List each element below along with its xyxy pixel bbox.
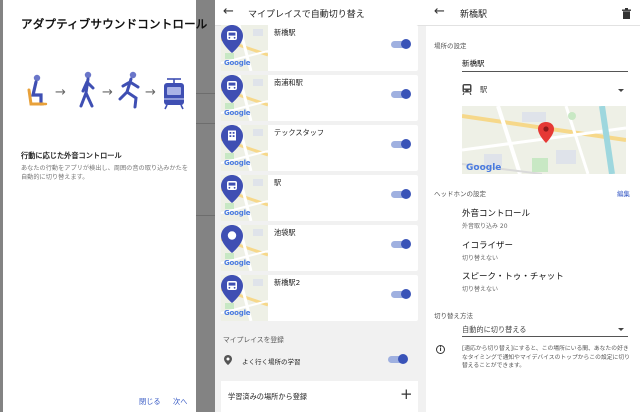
arrow-icon: → [102,85,113,100]
app-bar: ← マイプレイスで自動切り替え [215,0,426,26]
place-card[interactable]: Google テックスタッフ [221,125,418,171]
train-icon [164,78,184,110]
learn-places-toggle[interactable] [388,354,408,364]
place-toggle[interactable] [391,89,411,99]
train-icon [221,75,243,103]
building-icon [221,125,243,153]
myplaces-panel: ← マイプレイスで自動切り替え Google 新橋駅 Google 南浦和駅 Googl… [215,0,426,412]
edit-link[interactable]: 編集 [617,188,630,198]
ambient-control-value: 外音取り込み 20 [462,223,508,230]
google-logo: Google [466,163,501,173]
place-name: 南浦和駅 [274,78,303,87]
page-title: 新橋駅 [460,10,488,20]
place-name: 新橋駅 [274,28,296,37]
place-name: 新橋駅2 [274,278,301,287]
chevron-down-icon [618,328,624,331]
place-name: 池袋駅 [274,228,296,237]
switch-method-value: 自動的に切り替える [462,325,527,334]
next-button[interactable]: 次へ [173,397,187,407]
register-from-learned-button[interactable]: 学習済みの場所から登録 + [221,381,418,412]
place-card[interactable]: Google 池袋駅 [221,225,418,271]
google-logo: Google [224,159,251,167]
place-setting-label: 場所の設定 [434,42,467,50]
register-from-learned-label: 学習済みの場所から登録 [228,392,308,401]
place-toggle[interactable] [391,289,411,299]
place-map[interactable]: Google [462,106,626,174]
place-toggle[interactable] [391,39,411,49]
dialog-description: あなたの行動をアプリが検出し、周囲の音の取り込みかたを自動的に切り替えます。 [21,165,189,182]
place-map-thumbnail: Google [221,225,268,271]
ambient-control-title[interactable]: 外音コントロール [462,207,530,219]
place-map-thumbnail: Google [221,275,268,321]
person-sitting-icon [27,74,48,106]
app-bar: ← 新橋駅 [426,0,640,26]
activity-illustration: → → → [27,71,184,110]
category-value: 駅 [480,85,488,94]
adaptive-sound-dialog: アダプティブサウンドコントロール → → → 行動に応じた外音コントロール あな… [3,0,207,412]
place-card[interactable]: Google 南浦和駅 [221,75,418,121]
place-card[interactable]: Google 新橋駅2 [221,275,418,321]
place-detail-panel: ← 新橋駅 場所の設定 新橋駅 駅 Google ヘッドホンの設定 編集 外音コ… [426,0,640,412]
switch-method-label: 切り替え方法 [434,312,473,320]
back-arrow-icon[interactable]: ← [434,5,445,18]
place-toggle[interactable] [391,189,411,199]
learn-places-row[interactable]: よく行く場所の学習 [221,349,418,371]
background-divider [196,123,215,124]
google-logo: Google [224,259,251,267]
speak-to-chat-value: 切り替えない [462,286,499,293]
trash-icon[interactable] [622,8,631,19]
place-name-value: 新橋駅 [462,59,485,68]
speak-to-chat-title[interactable]: スピーク・トゥ・チャット [462,270,564,282]
place-card[interactable]: Google 駅 [221,175,418,221]
place-name: 駅 [274,178,282,187]
google-logo: Google [224,309,251,317]
dialog-title: アダプティブサウンドコントロール [21,17,208,31]
place-map-thumbnail: Google [221,175,268,221]
add-icon: + [400,385,413,403]
place-map-thumbnail: Google [221,75,268,121]
arrow-icon: → [145,85,156,100]
back-arrow-icon[interactable]: ← [223,5,234,18]
place-name: テックスタッフ [274,128,325,137]
location-pin-icon [224,355,232,365]
background-divider [196,93,215,94]
place-map-thumbnail: Google [221,125,268,171]
info-icon: i [436,345,445,354]
google-logo: Google [224,109,251,117]
equalizer-title[interactable]: イコライザー [462,239,513,251]
place-toggle[interactable] [391,239,411,249]
place-toggle[interactable] [391,139,411,149]
register-section-label: マイプレイスを登録 [223,336,284,344]
google-logo: Google [224,59,251,67]
page-title: マイプレイスで自動切り替え [248,10,365,20]
category-select[interactable]: 駅 [462,82,628,98]
dialog-subtitle: 行動に応じた外音コントロール [21,151,122,160]
location-icon [221,225,243,253]
adaptive-sound-panel: アダプティブサウンドコントロール → → → 行動に応じた外音コントロール あな… [0,0,215,412]
learn-places-label: よく行く場所の学習 [242,358,301,366]
person-walking-icon [79,71,95,108]
train-icon [221,275,243,303]
train-icon [221,25,243,53]
switch-method-select[interactable]: 自動的に切り替える [462,323,628,337]
equalizer-value: 切り替えない [462,255,499,262]
train-icon [462,84,472,95]
place-name-field[interactable]: 新橋駅 [462,56,628,72]
close-button[interactable]: 閉じる [139,397,161,407]
person-running-icon [118,71,140,109]
chevron-down-icon [618,89,624,92]
place-card[interactable]: Google 新橋駅 [221,25,418,71]
headphones-settings-label: ヘッドホンの設定 [434,190,486,198]
arrow-icon: → [55,85,66,100]
background-divider [196,215,215,216]
train-icon [221,175,243,203]
place-map-thumbnail: Google [221,25,268,71]
info-text: [適応から切り替え]にすると、この場所にいる間、あなたの好きなタイミングで通知や… [462,346,630,370]
google-logo: Google [224,209,251,217]
